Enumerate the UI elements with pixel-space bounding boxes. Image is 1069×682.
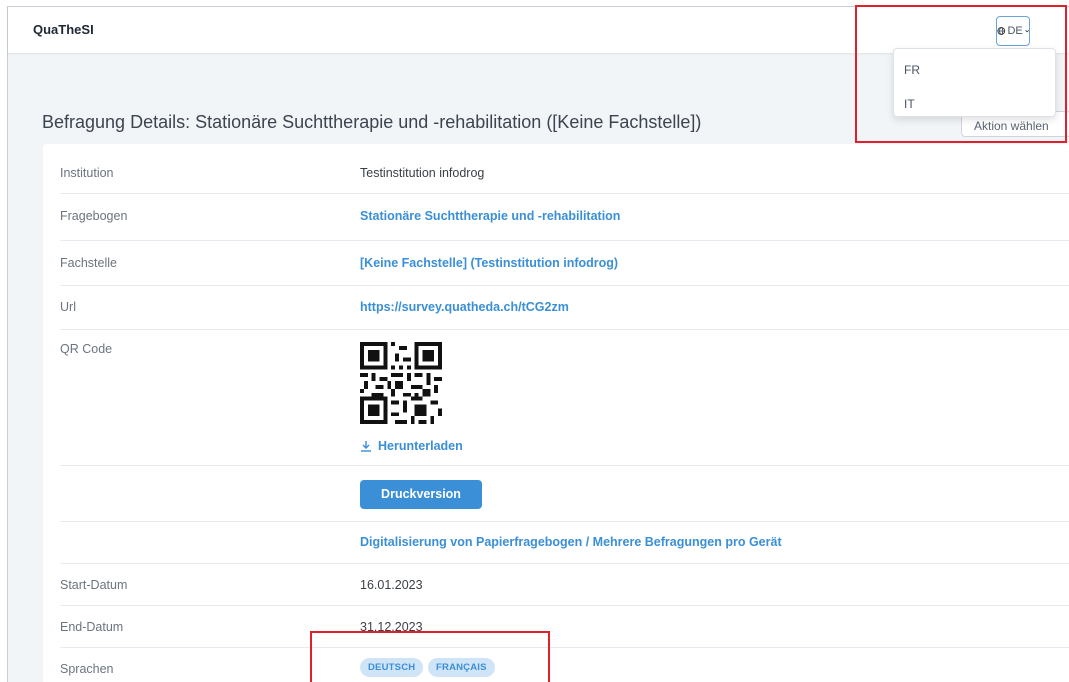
- current-language: DE: [1007, 25, 1023, 37]
- row-url: Url https://survey.quatheda.ch/tCG2zm: [60, 286, 1069, 330]
- end-date-label: End-Datum: [60, 620, 124, 634]
- digitalization-link[interactable]: Digitalisierung von Papierfragebogen / M…: [360, 535, 782, 549]
- language-selector[interactable]: DE: [996, 16, 1030, 46]
- row-end-date: End-Datum 31.12.2023: [60, 606, 1069, 648]
- language-option-fr[interactable]: FR: [904, 63, 920, 77]
- row-digitalization: Digitalisierung von Papierfragebogen / M…: [60, 522, 1069, 564]
- url-label: Url: [60, 300, 76, 314]
- page-title: Befragung Details: Stationäre Suchtthera…: [42, 112, 702, 132]
- top-navbar: QuaTheSI DE: [8, 7, 1069, 53]
- fachstelle-label: Fachstelle: [60, 256, 117, 270]
- languages-label: Sprachen: [60, 662, 114, 676]
- institution-label: Institution: [60, 166, 114, 180]
- qr-code-label: QR Code: [60, 342, 113, 356]
- row-fachstelle: Fachstelle [Keine Fachstelle] (Testinsti…: [60, 241, 1069, 286]
- fragebogen-label: Fragebogen: [60, 209, 128, 223]
- language-dropdown-menu: FR IT: [893, 48, 1056, 117]
- print-version-button[interactable]: Druckversion: [360, 480, 482, 509]
- row-fragebogen: Fragebogen Stationäre Suchttherapie und …: [60, 194, 1069, 241]
- language-tag-francais: FRANÇAIS: [428, 658, 495, 677]
- fragebogen-link[interactable]: Stationäre Suchttherapie und -rehabilita…: [360, 209, 620, 223]
- institution-value: Testinstitution infodrog: [360, 166, 485, 180]
- download-qr-link[interactable]: Herunterladen: [360, 439, 463, 453]
- app-frame: QuaTheSI DE FR IT Befragung Details: Sta…: [7, 6, 1069, 682]
- row-qr-code: QR Code Herunterladen: [60, 330, 1069, 466]
- download-icon: [361, 441, 371, 452]
- qr-code-image: [360, 342, 442, 424]
- row-start-date: Start-Datum 16.01.2023: [60, 564, 1069, 606]
- language-option-it[interactable]: IT: [904, 97, 915, 111]
- language-tag-deutsch: DEUTSCH: [360, 658, 424, 677]
- end-date-value: 31.12.2023: [360, 620, 423, 634]
- chevron-down-icon: [1025, 29, 1029, 33]
- details-card: Institution Testinstitution infodrog Fra…: [43, 144, 1069, 682]
- globe-icon: [997, 27, 1006, 35]
- fachstelle-link[interactable]: [Keine Fachstelle] (Testinstitution info…: [360, 256, 618, 270]
- row-languages: Sprachen DEUTSCH FRANÇAIS: [60, 648, 1069, 682]
- start-date-value: 16.01.2023: [360, 578, 423, 592]
- survey-url-link[interactable]: https://survey.quatheda.ch/tCG2zm: [360, 300, 569, 314]
- brand-logo[interactable]: QuaTheSI: [33, 22, 94, 37]
- download-label: Herunterladen: [378, 439, 463, 453]
- row-print: Druckversion: [60, 466, 1069, 522]
- row-institution: Institution Testinstitution infodrog: [60, 144, 1069, 194]
- start-date-label: Start-Datum: [60, 578, 128, 592]
